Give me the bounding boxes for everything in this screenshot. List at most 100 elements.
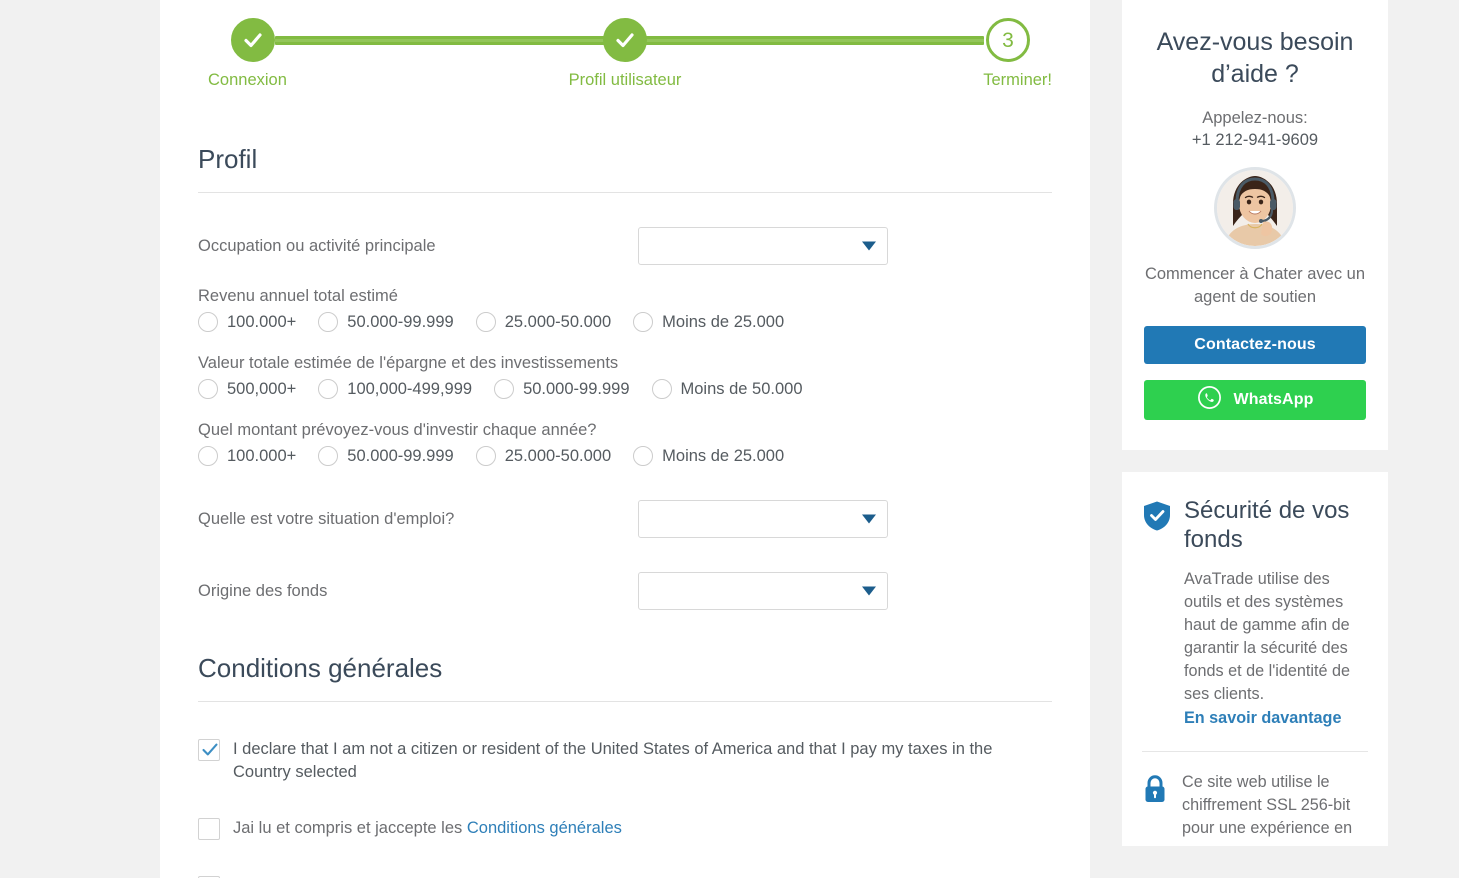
- invest-option-3-label: Moins de 25.000: [662, 446, 785, 465]
- registration-page: Connexion Profil utilisateur 3 Terminer!…: [0, 0, 1459, 878]
- radio-icon: [198, 379, 218, 399]
- terms-item-whatsapp-updates-label: Je souhaite recevoir les mises à jour re…: [233, 875, 784, 878]
- radio-icon: [475, 312, 496, 332]
- radio-icon: [633, 446, 654, 466]
- savings-option-1[interactable]: 100,000-499,999: [318, 379, 472, 399]
- terms-item-whatsapp-updates[interactable]: Je souhaite recevoir les mises à jour re…: [198, 875, 1052, 878]
- help-call-label: Appelez-nous:: [1202, 109, 1308, 127]
- profile-form: Occupation ou activité principale Revenu…: [160, 227, 1090, 610]
- occupation-label: Occupation ou activité principale: [198, 236, 436, 255]
- whatsapp-button[interactable]: WhatsApp: [1144, 379, 1366, 420]
- invest-option-3[interactable]: Moins de 25.000: [633, 446, 784, 466]
- support-agent-avatar-icon: [1217, 169, 1293, 246]
- help-card: Avez-vous besoin d’aide ? Appelez-nous: …: [1122, 0, 1388, 450]
- terms-and-conditions-link[interactable]: Conditions générales: [467, 819, 622, 837]
- terms-item-us-declaration-label: I declare that I am not a citizen or res…: [233, 740, 993, 781]
- progress-stepper: Connexion Profil utilisateur 3 Terminer!: [198, 18, 1052, 110]
- savings-option-0-label: 500,000+: [227, 379, 297, 398]
- invest-option-0[interactable]: 100.000+: [198, 446, 296, 466]
- step-terminer-number: 3: [1002, 28, 1014, 52]
- step-profil-label: Profil utilisateur: [568, 71, 682, 89]
- shield-check-icon: [1142, 500, 1172, 537]
- savings-option-0[interactable]: 500,000+: [198, 379, 296, 399]
- main-form-card: Connexion Profil utilisateur 3 Terminer!…: [160, 0, 1090, 878]
- employment-label: Quelle est votre situation d'emploi?: [198, 509, 455, 528]
- radio-icon: [475, 446, 496, 466]
- check-icon: [241, 28, 265, 52]
- occupation-select[interactable]: [638, 227, 888, 265]
- income-radio-group: Revenu annuel total estimé 100.000+ 50.0…: [198, 287, 1052, 332]
- step-profil-circle: [603, 18, 647, 62]
- contact-us-button-label: Contactez-nous: [1194, 335, 1316, 353]
- step-terminer[interactable]: 3 Terminer!: [892, 18, 1052, 90]
- occupation-field-row: Occupation ou activité principale: [198, 227, 1052, 265]
- avatar: [1214, 166, 1296, 249]
- terms-section-heading: Conditions générales: [198, 653, 1052, 702]
- check-icon: [613, 28, 637, 52]
- invest-option-2-label: 25.000-50.000: [504, 446, 612, 465]
- radio-icon: [318, 446, 339, 466]
- funds-origin-field-row: Origine des fonds: [198, 572, 1052, 610]
- checkbox-checked-icon[interactable]: [198, 739, 220, 761]
- invest-label: Quel montant prévoyez-vous d'investir ch…: [198, 421, 597, 439]
- radio-icon: [318, 312, 339, 332]
- income-option-2-label: 25.000-50.000: [504, 312, 612, 331]
- whatsapp-icon: [1197, 385, 1222, 415]
- whatsapp-button-label: WhatsApp: [1233, 390, 1314, 408]
- ssl-info-row: Ce site web utilise le chiffrement SSL 2…: [1142, 771, 1368, 846]
- radio-icon: [198, 446, 218, 466]
- step-connexion-label: Connexion: [208, 71, 287, 89]
- terms-item-us-declaration[interactable]: I declare that I am not a citizen or res…: [198, 738, 1052, 784]
- terms-checkbox-list: I declare that I am not a citizen or res…: [160, 738, 1090, 878]
- chevron-down-icon: [862, 514, 876, 524]
- help-phone-number[interactable]: +1 212-941-9609: [1144, 131, 1366, 150]
- checkbox-unchecked-icon[interactable]: [198, 817, 220, 840]
- income-option-0[interactable]: 100.000+: [198, 312, 296, 332]
- income-option-2[interactable]: 25.000-50.000: [475, 312, 612, 332]
- invest-option-1[interactable]: 50.000-99.999: [318, 446, 454, 466]
- income-option-1-label: 50.000-99.999: [347, 312, 454, 331]
- chevron-down-icon: [862, 241, 876, 251]
- divider: [1142, 751, 1368, 753]
- chevron-down-icon: [862, 586, 876, 596]
- radio-icon: [198, 312, 218, 332]
- security-body-paragraph: AvaTrade utilise des outils et des systè…: [1184, 570, 1350, 704]
- income-option-1[interactable]: 50.000-99.999: [318, 312, 454, 332]
- contact-us-button[interactable]: Contactez-nous: [1144, 325, 1366, 364]
- invest-option-2[interactable]: 25.000-50.000: [475, 446, 612, 466]
- income-option-3[interactable]: Moins de 25.000: [633, 312, 784, 332]
- profile-section-heading: Profil: [198, 144, 1052, 193]
- radio-icon: [494, 379, 515, 399]
- funds-origin-select[interactable]: [638, 572, 888, 610]
- terms-accept-prefix: Jai lu et compris et jaccepte les: [233, 818, 467, 837]
- terms-item-accept-terms[interactable]: Jai lu et compris et jaccepte les Condit…: [198, 817, 1052, 840]
- radio-icon: [318, 379, 339, 399]
- radio-icon: [651, 379, 672, 399]
- savings-radio-group: Valeur totale estimée de l'épargne et de…: [198, 354, 1052, 399]
- security-title: Sécurité de vos fonds: [1184, 496, 1350, 553]
- sidebar: Avez-vous besoin d’aide ? Appelez-nous: …: [1122, 0, 1388, 847]
- savings-label: Valeur totale estimée de l'épargne et de…: [198, 354, 619, 372]
- step-profil-utilisateur[interactable]: Profil utilisateur: [545, 18, 705, 90]
- security-card: Sécurité de vos fonds AvaTrade utilise d…: [1122, 471, 1388, 847]
- step-connexion-circle: [231, 18, 275, 62]
- step-terminer-label: Terminer!: [983, 71, 1052, 89]
- invest-option-1-label: 50.000-99.999: [347, 446, 454, 465]
- savings-option-3-label: Moins de 50.000: [680, 379, 803, 398]
- employment-select[interactable]: [638, 500, 888, 538]
- help-title: Avez-vous besoin d’aide ?: [1156, 28, 1354, 88]
- savings-option-2[interactable]: 50.000-99.999: [494, 379, 630, 399]
- lock-icon: [1142, 774, 1168, 809]
- step-connexion[interactable]: Connexion: [198, 18, 358, 90]
- radio-icon: [633, 312, 654, 332]
- invest-radio-group: Quel montant prévoyez-vous d'investir ch…: [198, 421, 1052, 466]
- income-option-0-label: 100.000+: [227, 312, 297, 331]
- savings-option-2-label: 50.000-99.999: [523, 379, 630, 398]
- learn-more-link[interactable]: En savoir davantage: [1184, 707, 1341, 730]
- employment-field-row: Quelle est votre situation d'emploi?: [198, 500, 1052, 538]
- savings-option-3[interactable]: Moins de 50.000: [651, 379, 803, 399]
- help-chat-text: Commencer à Chater avec un agent de sout…: [1144, 264, 1366, 307]
- savings-option-1-label: 100,000-499,999: [347, 379, 473, 398]
- income-label: Revenu annuel total estimé: [198, 287, 398, 305]
- step-terminer-circle: 3: [986, 18, 1030, 62]
